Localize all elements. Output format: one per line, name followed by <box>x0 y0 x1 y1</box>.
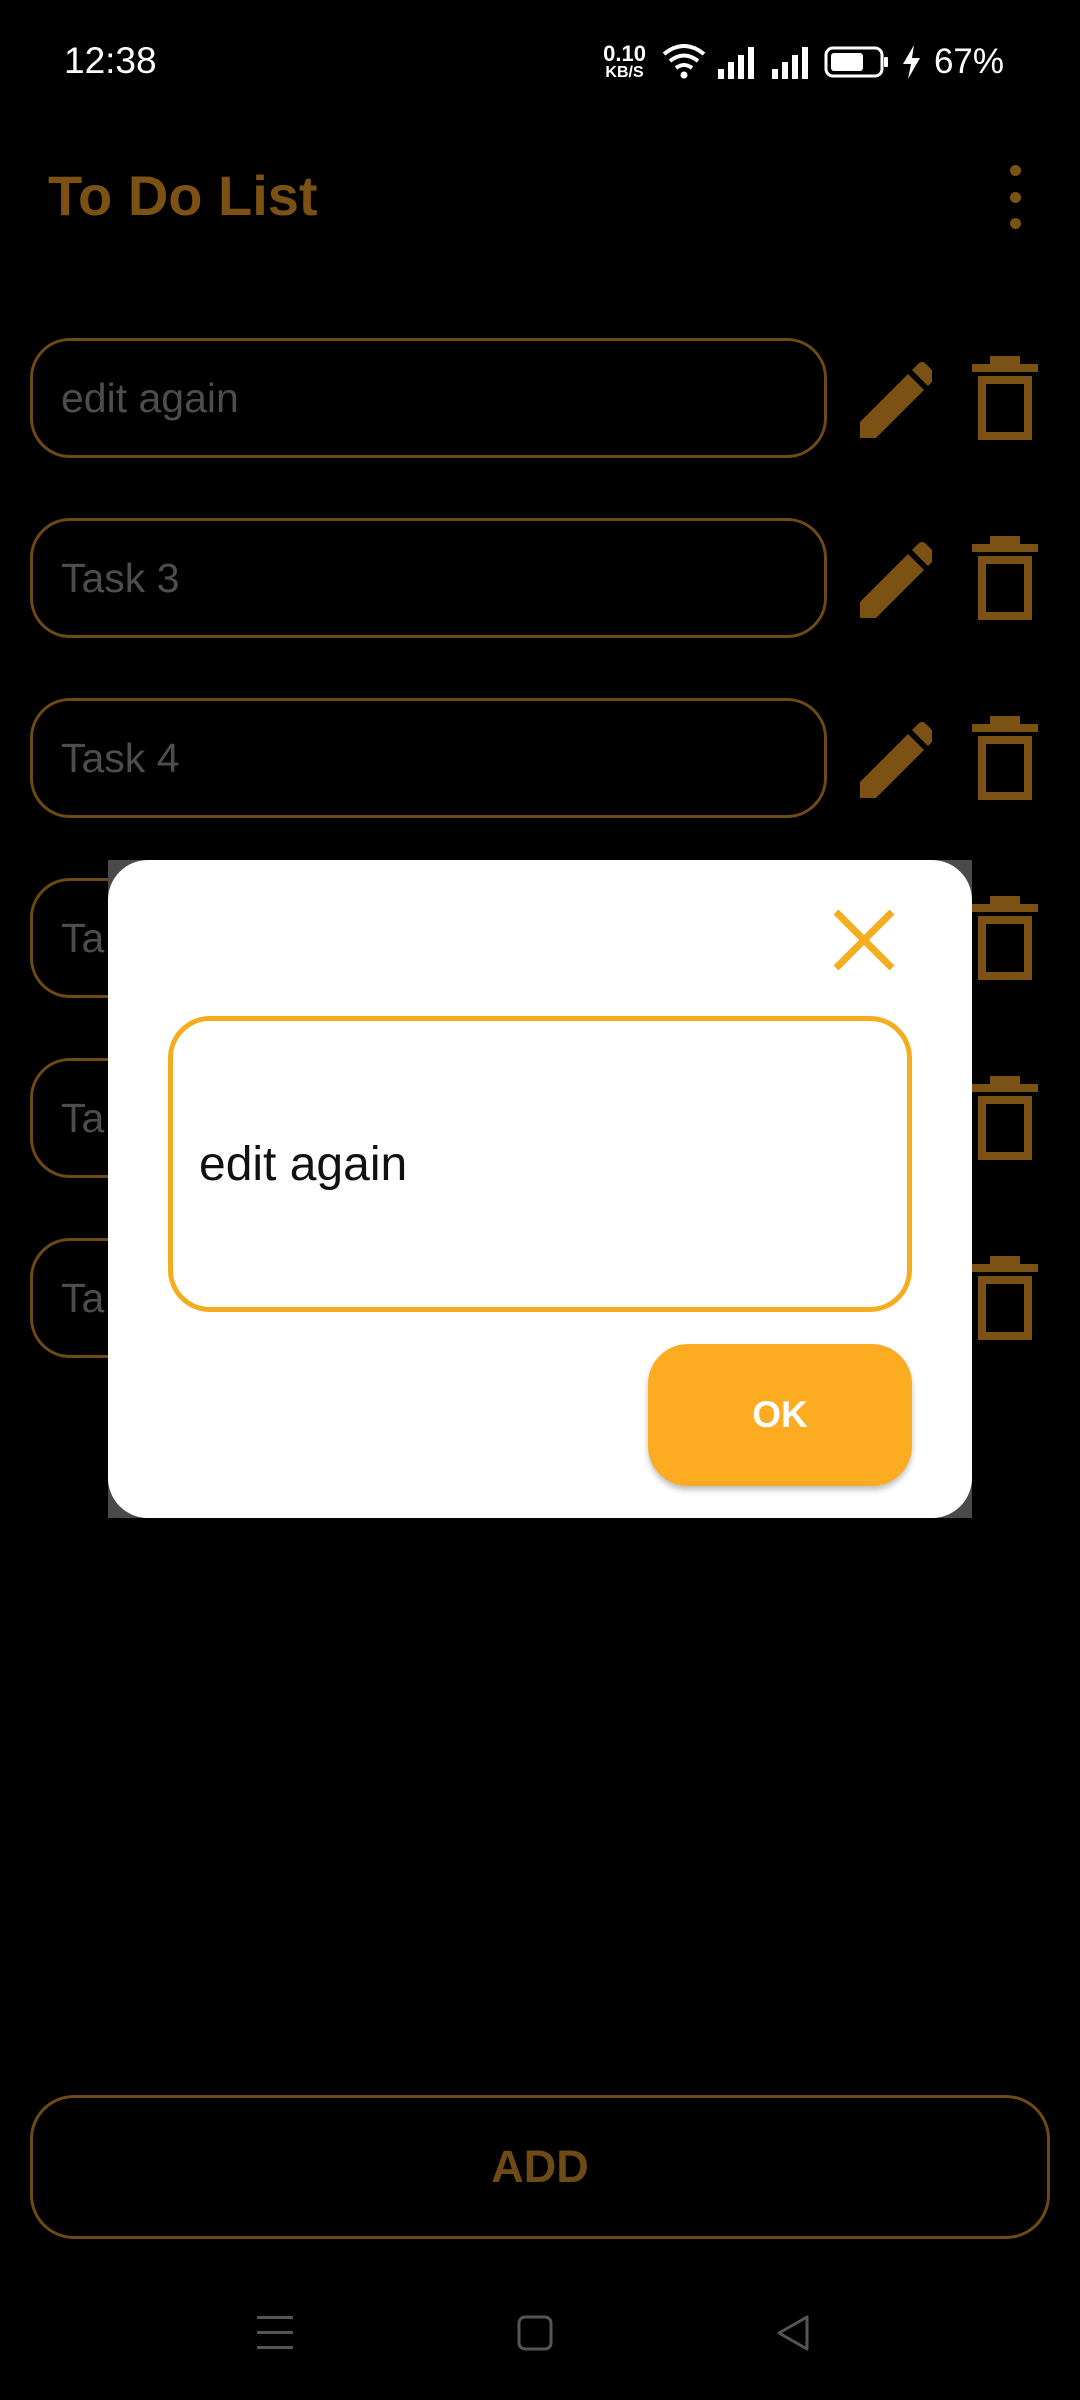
screen: 12:38 0.10 KB/S 67% To Do List edit agai… <box>0 0 1080 2400</box>
back-triangle-icon[interactable] <box>758 2298 828 2368</box>
edit-task-dialog: edit again OK <box>108 860 972 1518</box>
close-icon[interactable] <box>828 904 900 976</box>
home-square-icon[interactable] <box>500 2298 570 2368</box>
ok-button[interactable]: OK <box>648 1344 912 1486</box>
menu-icon[interactable] <box>240 2298 310 2368</box>
edit-task-input[interactable]: edit again <box>168 1016 912 1312</box>
navigation-bar <box>0 2270 1080 2400</box>
